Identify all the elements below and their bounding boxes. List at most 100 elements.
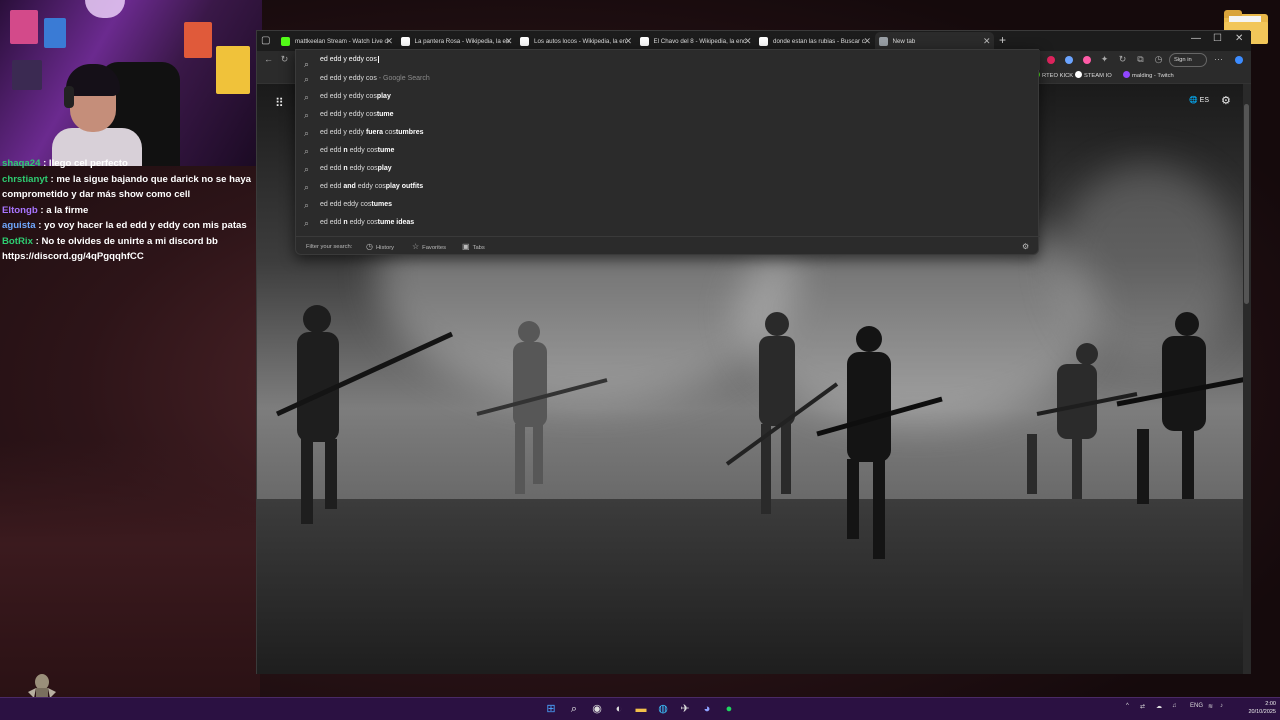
tab-actions-icon[interactable]: ▢ <box>261 35 273 47</box>
system-clock[interactable]: 2:00 20/10/2025 <box>1236 700 1276 716</box>
close-window-button[interactable]: ✕ <box>1235 33 1243 44</box>
chat-username[interactable]: aguista <box>2 220 36 231</box>
suggestion-text-mid: eddy cos <box>347 219 378 226</box>
favorite-label: malding - Twitch <box>1132 73 1174 79</box>
wall-poster <box>184 22 212 58</box>
chat-message: chrstianyt : me la sigue bajando que dar… <box>0 172 255 203</box>
wallpaper-hills <box>0 440 260 700</box>
search-suggestion[interactable]: ⌕ ed edd n eddy cosplay <box>296 160 1040 178</box>
search-icon: ⌕ <box>304 182 310 192</box>
clock-time: 2:00 <box>1265 701 1276 707</box>
tray-chevron-icon[interactable]: ^ <box>1126 703 1129 709</box>
chrome-icon[interactable]: ◉ <box>590 702 604 716</box>
volume-icon[interactable]: ♪ <box>1220 703 1223 709</box>
sync-icon[interactable]: ⇄ <box>1140 703 1145 710</box>
copilot-icon[interactable] <box>1235 56 1243 64</box>
chat-message: BotRix : No te olvides de unirte a mi di… <box>0 234 255 265</box>
chat-message: Eltongb : a la firme <box>0 203 255 219</box>
search-suggestion[interactable]: ⌕ ed edd eddy costumes <box>296 196 1040 214</box>
search-icon: ⌕ <box>304 128 310 138</box>
omnibox-footer: Filter your search: ◷ History ☆ Favorites … <box>296 236 1040 256</box>
search-icon: ⌕ <box>304 146 310 156</box>
maximize-button[interactable]: ☐ <box>1213 33 1222 44</box>
search-icon[interactable]: ⌕ <box>567 702 581 716</box>
extension-icon[interactable]: ✦ <box>1099 54 1110 65</box>
reload-icon[interactable]: ↻ <box>1117 54 1128 65</box>
tab-title: Los autos locos - Wikipedia, la en <box>534 38 627 45</box>
wall-poster <box>44 18 66 48</box>
windows-start-icon[interactable]: ⊞ <box>544 702 558 716</box>
headset-icon[interactable]: ♫ <box>1172 703 1177 709</box>
address-query: ed edd y eddy cos <box>320 56 377 63</box>
language-indicator[interactable]: ENG <box>1190 703 1203 709</box>
tab-strip: ▢ mattkeelan Stream - Watch Live o ✕ La pa… <box>257 31 1251 51</box>
sign-in-button[interactable]: Sign in <box>1169 53 1207 67</box>
wifi-icon[interactable]: ≋ <box>1208 703 1213 710</box>
chat-message: aguista : yo voy hacer la ed edd y eddy … <box>0 218 255 234</box>
puzzle-icon[interactable]: ⧉ <box>1135 54 1146 65</box>
tabs-filter-button[interactable]: ▣ Tabs <box>462 237 485 258</box>
search-suggestion[interactable]: ⌕ ed edd n eddy costume ideas <box>296 214 1040 232</box>
favorite-icon <box>1075 71 1082 78</box>
apps-grid-icon[interactable]: ⠿ <box>275 96 284 110</box>
back-icon[interactable]: ← <box>263 54 274 65</box>
history-icon[interactable]: ◷ <box>1153 54 1164 65</box>
file-explorer-icon[interactable]: ▬ <box>634 702 648 716</box>
headset <box>64 86 74 108</box>
steam-icon[interactable]: ✈ <box>678 702 692 716</box>
edge-icon[interactable]: ◍ <box>656 702 670 716</box>
suggestion-text-bold: tume <box>376 111 394 118</box>
suggestion-text-plain: ed edd <box>320 183 344 190</box>
extension-icon[interactable] <box>1083 56 1091 64</box>
refresh-icon[interactable]: ↻ <box>279 54 290 65</box>
app-icon[interactable]: ◐ <box>612 702 626 716</box>
wall-poster <box>10 10 38 44</box>
clock-date: 20/10/2025 <box>1248 709 1276 715</box>
taskbar: ⊞ ⌕ ◉ ◐ ▬ ◍ ✈ ◕ ● ^ ⇄ ☁ ♫ ENG ≋ ♪ 2:00 2… <box>0 697 1280 720</box>
tab-title: mattkeelan Stream - Watch Live o <box>295 38 388 45</box>
suggestion-text-bold2: tume ideas <box>377 219 415 226</box>
history-icon: ◷ <box>366 242 373 251</box>
favorite-link[interactable]: malding - Twitch <box>1123 71 1174 82</box>
cloud-icon[interactable]: ☁ <box>1156 703 1162 710</box>
suggestion-text-bold: play <box>376 93 391 100</box>
search-suggestion[interactable]: ⌕ ed edd and eddy cosplay outfits <box>296 178 1040 196</box>
wall-poster <box>216 46 250 94</box>
extension-icon[interactable] <box>1065 56 1073 64</box>
discord-icon[interactable]: ◕ <box>700 702 714 716</box>
suggestion-text-plain: ed edd <box>320 219 344 226</box>
suggestion-text-bold: tumes <box>371 201 392 208</box>
tab-favicon-icon <box>400 37 410 46</box>
search-suggestion[interactable]: ⌕ ed edd y eddy cos - Google Search <box>296 70 1040 88</box>
new-tab-button[interactable]: + <box>999 33 1006 47</box>
history-filter-button[interactable]: ◷ History <box>366 237 394 258</box>
more-menu-icon[interactable]: ⋯ <box>1213 54 1224 65</box>
chat-username[interactable]: BotRix <box>2 236 33 247</box>
suggestion-text-mid: eddy cos <box>347 165 378 172</box>
minimize-button[interactable]: — <box>1191 33 1201 44</box>
page-scrollbar[interactable] <box>1243 84 1251 674</box>
chat-username[interactable]: shaqa24 <box>2 158 40 169</box>
chat-text: : llego cel perfecto <box>40 158 128 169</box>
gear-icon[interactable]: ⚙ <box>1022 237 1029 257</box>
search-suggestion[interactable]: ⌕ ed edd y eddy fuera costumbres <box>296 124 1040 142</box>
tabs-filter-label: Tabs <box>472 245 485 251</box>
wall-poster <box>12 60 42 90</box>
chat-username[interactable]: chrstianyt <box>2 174 48 185</box>
address-input[interactable]: ⌕ ed edd y eddy cos <box>296 50 1040 70</box>
suggestion-text-plain: ed edd <box>320 165 344 172</box>
search-icon: ⌕ <box>304 92 310 102</box>
gear-icon[interactable]: ⚙ <box>1221 94 1231 107</box>
search-suggestion[interactable]: ⌕ ed edd n eddy costume <box>296 142 1040 160</box>
suggestion-text-bold2: tume <box>377 147 395 154</box>
spotify-icon[interactable]: ● <box>722 702 736 716</box>
favorites-filter-button[interactable]: ☆ Favorites <box>412 237 446 258</box>
suggestion-text-bold2: tumbres <box>395 129 424 136</box>
search-suggestion[interactable]: ⌕ ed edd y eddy costume <box>296 106 1040 124</box>
extension-icon[interactable] <box>1047 56 1055 64</box>
search-suggestion[interactable]: ⌕ ed edd y eddy cosplay <box>296 88 1040 106</box>
tab-title: New tab <box>892 38 916 45</box>
chat-username[interactable]: Eltongb <box>2 205 38 216</box>
language-button[interactable]: 🌐 ES <box>1189 96 1209 104</box>
favorite-link[interactable]: STEAM IO <box>1075 71 1112 82</box>
